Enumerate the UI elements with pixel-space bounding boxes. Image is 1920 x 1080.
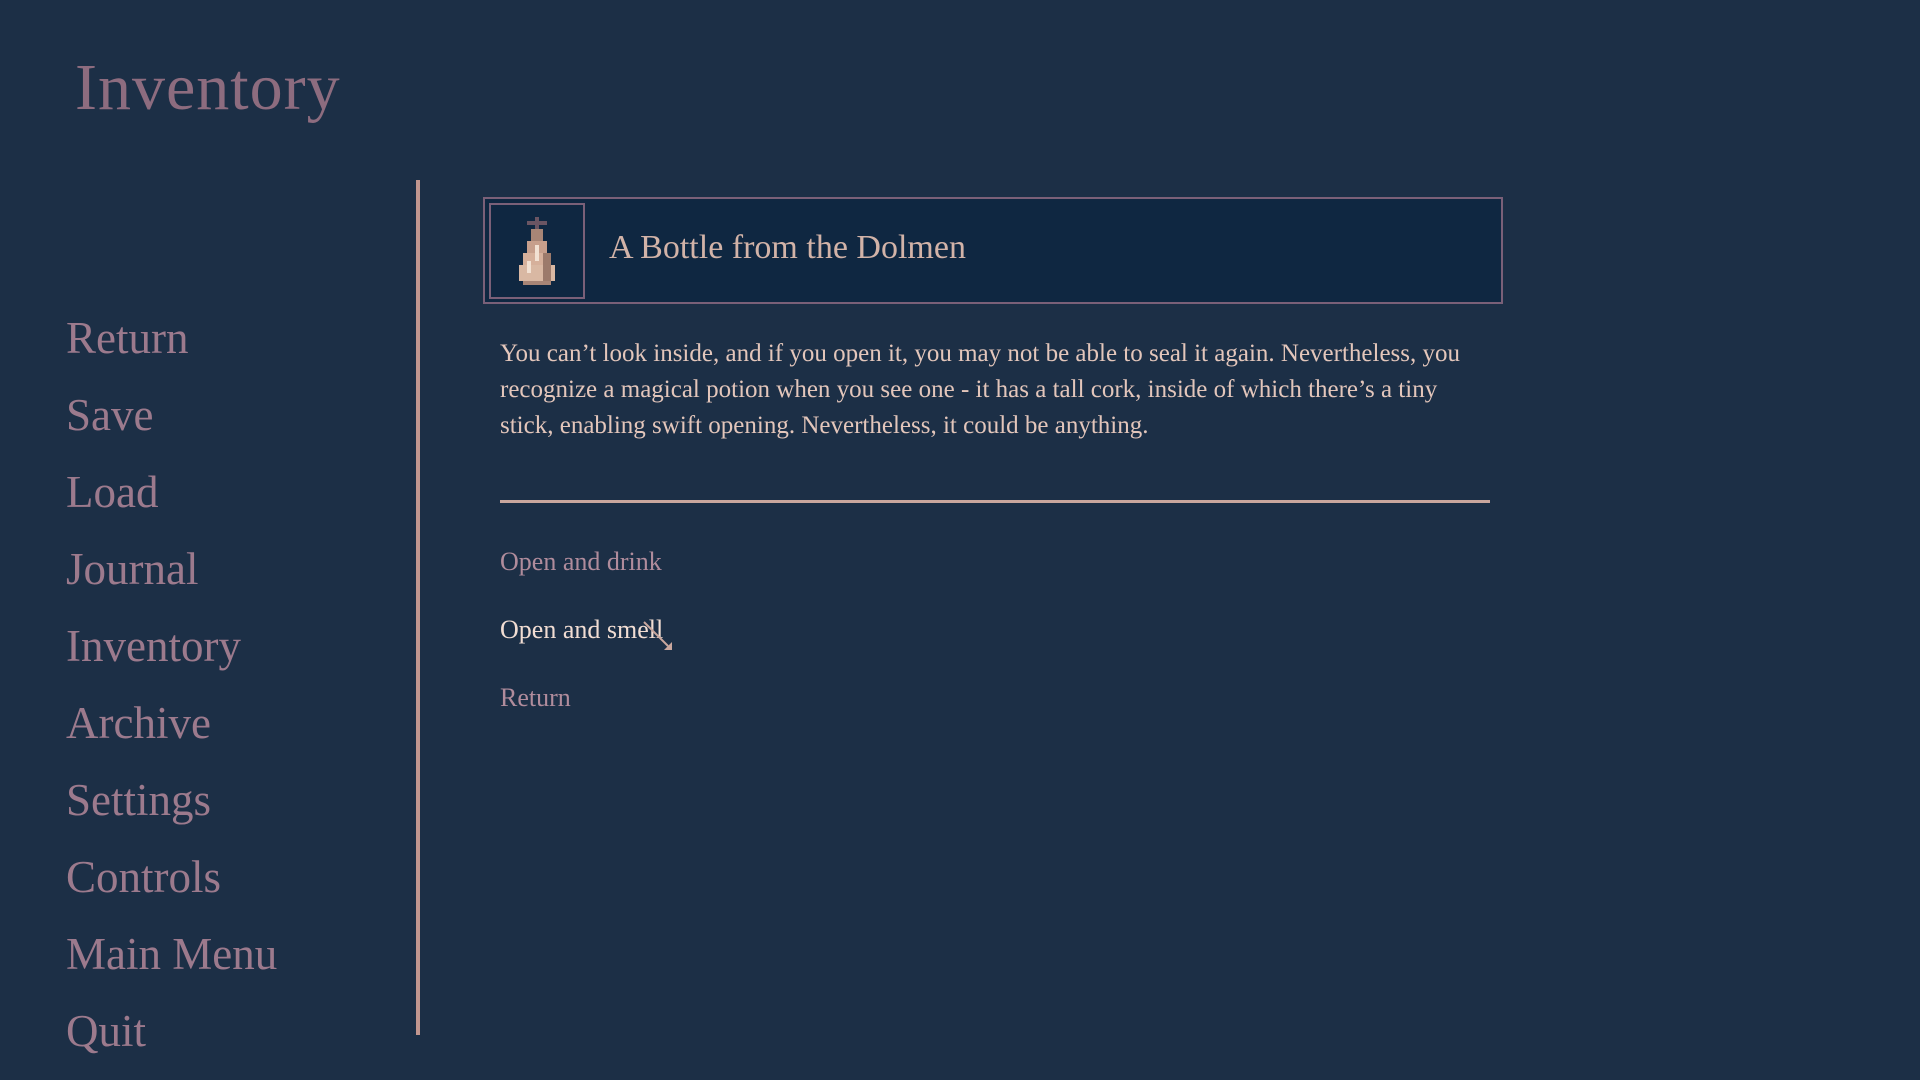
description-divider — [500, 500, 1490, 503]
potion-bottle-icon — [519, 217, 555, 285]
page-title: Inventory — [75, 51, 341, 124]
item-icon-frame — [489, 203, 585, 299]
menu-item-quit[interactable]: Quit — [66, 993, 277, 1070]
menu-item-journal[interactable]: Journal — [66, 531, 277, 608]
menu-item-load[interactable]: Load — [66, 454, 277, 531]
menu-item-return[interactable]: Return — [66, 300, 277, 377]
side-menu: Return Save Load Journal Inventory Archi… — [66, 300, 277, 1070]
item-description: You can’t look inside, and if you open i… — [500, 340, 1461, 439]
menu-divider — [416, 180, 420, 1035]
menu-item-controls[interactable]: Controls — [66, 839, 277, 916]
menu-item-archive[interactable]: Archive — [66, 685, 277, 762]
menu-item-save[interactable]: Save — [66, 377, 277, 454]
item-actions: Open and drink Open and smell Return — [500, 528, 663, 732]
item-name: A Bottle from the Dolmen — [609, 229, 966, 266]
action-return[interactable]: Return — [500, 664, 663, 732]
action-open-and-drink[interactable]: Open and drink — [500, 528, 663, 596]
menu-item-main-menu[interactable]: Main Menu — [66, 916, 277, 993]
item-header-panel: A Bottle from the Dolmen — [483, 197, 1503, 304]
action-open-and-smell[interactable]: Open and smell — [500, 596, 663, 664]
menu-item-inventory[interactable]: Inventory — [66, 608, 277, 685]
menu-item-settings[interactable]: Settings — [66, 762, 277, 839]
